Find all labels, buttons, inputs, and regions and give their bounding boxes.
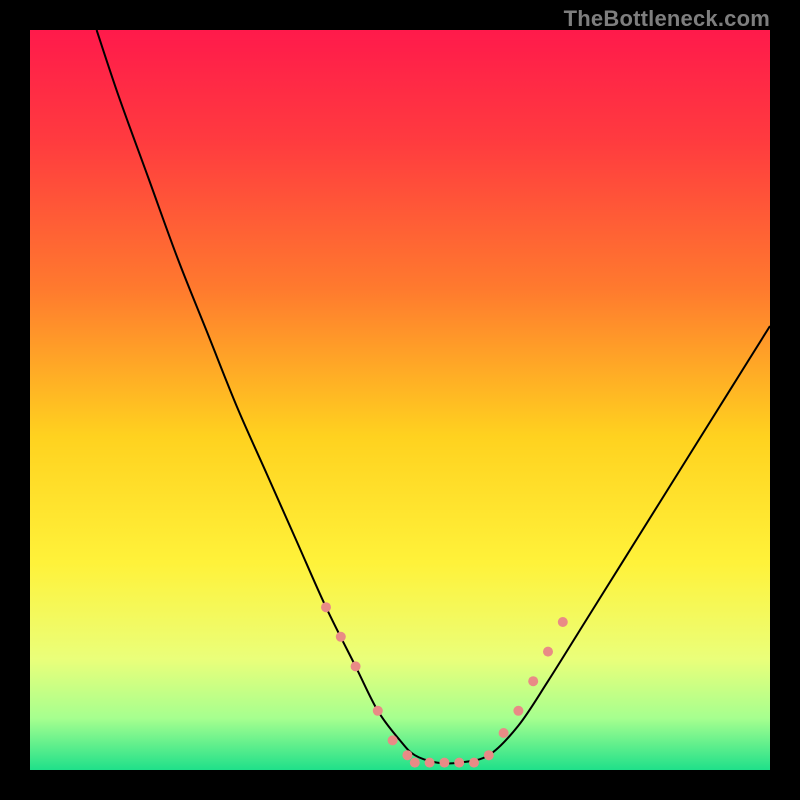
bottom-markers-point <box>469 758 479 768</box>
bottom-markers-point <box>425 758 435 768</box>
left-slope-markers-point <box>336 632 346 642</box>
plot-svg <box>30 30 770 770</box>
bottom-markers-point <box>454 758 464 768</box>
bottom-markers-point <box>410 758 420 768</box>
bottom-markers-point <box>484 750 494 760</box>
right-slope-markers-point <box>543 647 553 657</box>
plot-area <box>30 30 770 770</box>
gradient-rect <box>30 30 770 770</box>
left-slope-markers-point <box>388 735 398 745</box>
left-slope-markers-point <box>373 706 383 716</box>
right-slope-markers-point <box>528 676 538 686</box>
right-slope-markers-point <box>558 617 568 627</box>
left-slope-markers-point <box>402 750 412 760</box>
bottom-markers-point <box>439 758 449 768</box>
left-slope-markers-point <box>351 661 361 671</box>
left-slope-markers-point <box>321 602 331 612</box>
right-slope-markers-point <box>513 706 523 716</box>
chart-frame: TheBottleneck.com <box>0 0 800 800</box>
watermark-text: TheBottleneck.com <box>564 6 770 32</box>
right-slope-markers-point <box>499 728 509 738</box>
